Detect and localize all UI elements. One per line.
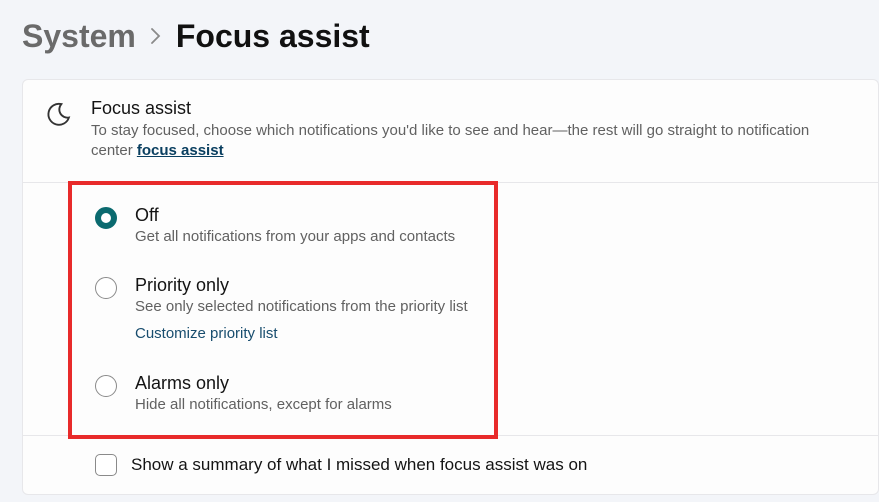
card-description: To stay focused, choose which notificati… bbox=[91, 121, 852, 162]
focus-mode-options: Off Get all notifications from your apps… bbox=[23, 183, 878, 436]
breadcrumb-parent[interactable]: System bbox=[22, 18, 136, 55]
option-alarms-label: Alarms only bbox=[135, 373, 392, 394]
radio-priority-only[interactable] bbox=[95, 277, 117, 299]
option-off[interactable]: Off Get all notifications from your apps… bbox=[95, 205, 878, 245]
breadcrumb: System Focus assist bbox=[0, 0, 879, 79]
focus-assist-help-link[interactable]: focus assist bbox=[137, 142, 224, 159]
radio-alarms-only[interactable] bbox=[95, 375, 117, 397]
option-off-desc: Get all notifications from your apps and… bbox=[135, 228, 455, 245]
card-title: Focus assist bbox=[91, 98, 852, 119]
summary-checkbox[interactable] bbox=[95, 454, 117, 476]
radio-off[interactable] bbox=[95, 207, 117, 229]
customize-priority-list-link[interactable]: Customize priority list bbox=[135, 325, 278, 342]
summary-checkbox-label: Show a summary of what I missed when foc… bbox=[131, 455, 587, 475]
focus-assist-card: Focus assist To stay focused, choose whi… bbox=[22, 79, 879, 495]
option-priority-label: Priority only bbox=[135, 275, 468, 296]
option-priority-only[interactable]: Priority only See only selected notifica… bbox=[95, 275, 878, 343]
summary-checkbox-row[interactable]: Show a summary of what I missed when foc… bbox=[23, 436, 878, 494]
card-header: Focus assist To stay focused, choose whi… bbox=[23, 80, 878, 183]
option-alarms-desc: Hide all notifications, except for alarm… bbox=[135, 396, 392, 413]
chevron-right-icon bbox=[150, 23, 162, 50]
breadcrumb-current: Focus assist bbox=[176, 18, 370, 55]
option-priority-desc: See only selected notifications from the… bbox=[135, 298, 468, 315]
option-off-label: Off bbox=[135, 205, 455, 226]
option-alarms-only[interactable]: Alarms only Hide all notifications, exce… bbox=[95, 373, 878, 413]
moon-icon bbox=[45, 100, 73, 128]
